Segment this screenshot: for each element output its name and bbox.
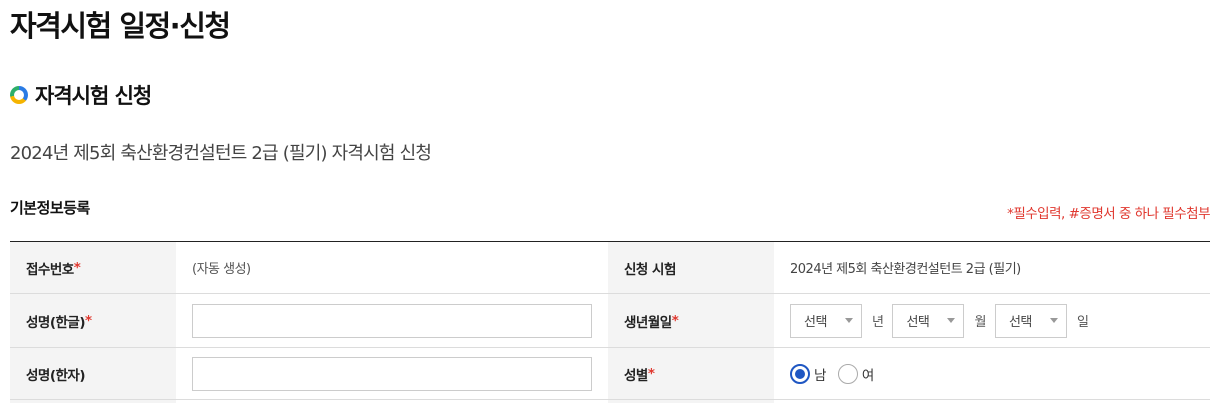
section-heading: 자격시험 신청 — [10, 78, 152, 112]
name-korean-cell — [176, 294, 608, 347]
label-text: 성별 — [624, 367, 648, 384]
name-korean-input[interactable] — [192, 303, 592, 338]
exam-subtitle: 2024년 제5회 축산환경컨설턴트 2급 (필기) 자격시험 신청 — [10, 143, 432, 164]
receipt-number-value: (자동 생성) — [192, 262, 251, 277]
required-mark: * — [647, 365, 655, 382]
form-row: 접수번호 * (자동 생성) 신청 시험 2024년 제5회 축산환경컨설턴트 2… — [10, 242, 1210, 294]
select-value: 선택 — [906, 315, 930, 330]
radio-checked-icon[interactable] — [790, 363, 810, 384]
label-text: 생년월일 — [624, 314, 672, 331]
radio-label: 남 — [814, 367, 826, 384]
applied-exam-value: 2024년 제5회 축산환경컨설턴트 2급 (필기) — [790, 262, 1021, 277]
required-note: *필수입력, #증명서 중 하나 필수첨부 — [1007, 206, 1210, 222]
caret-down-icon — [1049, 318, 1058, 323]
name-korean-label: 성명(한글) * — [10, 294, 176, 347]
birth-month-select[interactable]: 선택 — [892, 303, 965, 338]
radio-label: 여 — [861, 367, 874, 384]
radio-unchecked-icon[interactable] — [837, 363, 858, 384]
name-hanja-cell — [176, 348, 608, 399]
birth-year-select[interactable]: 선택 — [790, 303, 862, 338]
day-unit: 일 — [1076, 315, 1089, 330]
birthdate-cell: 선택 년 선택 월 선택 일 — [774, 294, 1210, 347]
ring-bullet-icon — [10, 86, 28, 104]
birth-day-select[interactable]: 선택 — [994, 303, 1067, 338]
gender-cell: 남 여 — [774, 348, 1210, 399]
select-value: 선택 — [804, 315, 827, 330]
required-mark: * — [671, 312, 679, 329]
label-text: 접수번호 — [26, 261, 74, 278]
caret-down-icon — [947, 318, 956, 323]
month-unit: 월 — [974, 315, 986, 330]
receipt-number-label: 접수번호 * — [10, 242, 176, 293]
page-title: 자격시험 일정·신청 — [10, 9, 231, 43]
select-value: 선택 — [1008, 315, 1032, 330]
gender-male-radio[interactable]: 남 — [790, 363, 826, 384]
name-hanja-label: 성명(한자) — [10, 348, 176, 399]
gender-label: 성별 * — [608, 348, 774, 399]
registration-form-table: 접수번호 * (자동 생성) 신청 시험 2024년 제5회 축산환경컨설턴트 2… — [10, 241, 1210, 403]
caret-down-icon — [845, 318, 853, 323]
label-text: 성명(한글) — [26, 314, 86, 331]
form-row: 성명(한글) * 생년월일 * 선택 년 선택 월 선택 일 — [10, 294, 1210, 348]
required-mark: * — [85, 312, 92, 329]
gender-female-radio[interactable]: 여 — [837, 363, 874, 384]
birthdate-label: 생년월일 * — [608, 294, 774, 347]
name-hanja-input[interactable] — [192, 356, 592, 391]
year-unit: 년 — [872, 315, 884, 330]
applied-exam-label: 신청 시험 — [608, 242, 774, 293]
section-title: 자격시험 신청 — [35, 84, 152, 108]
form-row: 성명(한자) 성별 * 남 여 — [10, 348, 1210, 400]
form-heading: 기본정보등록 — [10, 199, 90, 217]
required-mark: * — [73, 259, 81, 276]
